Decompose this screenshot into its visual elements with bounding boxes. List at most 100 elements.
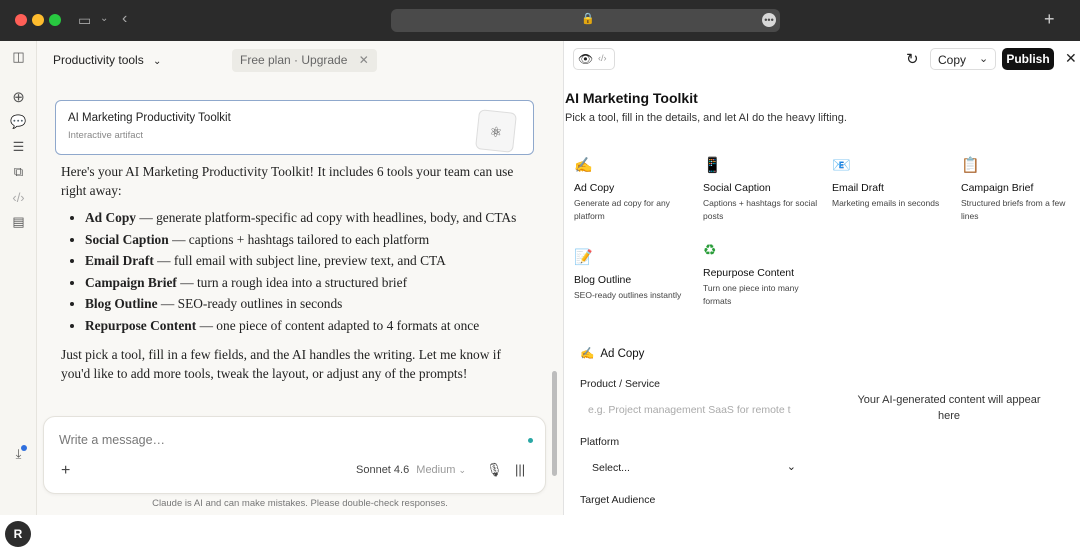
tool-name: Social Caption (703, 182, 771, 194)
page-subtitle: Pick a tool, fill in the details, and le… (565, 112, 847, 124)
projects-icon[interactable]: ☰ (0, 139, 37, 155)
chevron-down-icon: ⌄ (153, 56, 162, 67)
close-icon[interactable]: ✕ (359, 53, 369, 67)
platform-label: Platform (580, 436, 620, 448)
artifact-title: AI Marketing Productivity Toolkit (68, 112, 231, 124)
tool-desc: Turn one piece into many formats (703, 283, 799, 306)
artifacts-icon[interactable]: ⧉ (0, 164, 37, 180)
bullet-text: — full email with subject line, preview … (153, 253, 446, 268)
bullet-text: — captions + hashtags tailored to each p… (168, 231, 430, 247)
chevron-down-icon[interactable]: ⌄ (979, 52, 988, 65)
tool-card-blog-outline[interactable]: 📝 Blog Outline SEO-ready outlines instan… (574, 248, 692, 302)
pencil-icon: ✍ (580, 348, 595, 360)
list-item: Email Draft — full email with subject li… (85, 251, 521, 270)
microphone-icon[interactable]: 🎙 (486, 462, 503, 478)
model-name: Sonnet 4.6 (356, 464, 410, 476)
preview-eye-icon[interactable]: 👁 (578, 52, 593, 66)
add-attachment-icon[interactable]: + (61, 462, 70, 480)
list-item: Repurpose Content — one piece of content… (85, 316, 521, 335)
memo-icon: 📝 (574, 249, 593, 266)
artifact-card[interactable]: AI Marketing Productivity Toolkit Intera… (55, 100, 534, 155)
more-icon[interactable]: ••• (762, 13, 776, 27)
bullet-name: Ad Copy (85, 210, 136, 225)
toolbox-icon[interactable]: ▤ (0, 214, 37, 230)
tool-card-ad-copy[interactable]: ✍ Ad Copy Generate ad copy for any platf… (574, 156, 692, 223)
chevron-down-icon[interactable]: ⌄ (100, 13, 108, 24)
zoom-window-button[interactable] (49, 14, 61, 26)
platform-select[interactable]: Select... ⌄ (580, 456, 800, 482)
chevron-down-icon: ⌄ (458, 465, 467, 475)
product-input[interactable]: e.g. Project management SaaS for remote … (580, 398, 800, 424)
bullet-text: — one piece of content adapted to 4 form… (196, 317, 480, 333)
message-composer[interactable]: Write a message… + Sonnet 4.6 Medium ⌄ 🎙… (43, 416, 546, 494)
close-icon[interactable]: ✕ (1065, 50, 1077, 67)
pencil-icon: ✍ (574, 157, 593, 174)
bullet-name: Social Caption (85, 231, 169, 247)
refresh-icon[interactable]: ↻ (906, 50, 919, 68)
tool-name: Blog Outline (574, 274, 632, 286)
address-bar[interactable]: 🔒 ••• (391, 9, 780, 32)
view-toggle[interactable]: 👁 ‹/› (573, 48, 615, 70)
notification-dot (21, 445, 27, 451)
message-closing: Just pick a tool, fill in a few fields, … (61, 346, 501, 381)
recycle-icon: ♻ (703, 242, 717, 259)
output-placeholder: Your AI-generated content will appear he… (857, 394, 1041, 422)
back-icon[interactable]: ‹ (122, 10, 127, 28)
email-icon: 📧 (832, 157, 851, 174)
bullet-name: Blog Outline (85, 296, 158, 311)
plan-label: Free plan · Upgrade (240, 53, 348, 67)
project-title[interactable]: Productivity tools ⌄ (53, 53, 161, 67)
tool-desc: Generate ad copy for any platform (574, 198, 670, 221)
browser-titlebar: ▭ ⌄ ‹ 🔒 ••• + (0, 0, 1080, 41)
list-item: Social Caption — captions + hashtags tai… (85, 230, 521, 249)
tool-name: Repurpose Content (703, 267, 795, 279)
voice-mode-icon[interactable]: ||| (515, 462, 525, 477)
publish-button[interactable]: Publish (1002, 48, 1054, 70)
plan-badge[interactable]: Free plan · Upgrade ✕ (232, 49, 377, 72)
sidebar-toggle-icon[interactable]: ▭ (78, 12, 91, 29)
chat-pane: Productivity tools ⌄ Free plan · Upgrade… (37, 41, 563, 515)
close-window-button[interactable] (15, 14, 27, 26)
lock-icon: 🔒 (581, 13, 595, 25)
bullet-text: — SEO-ready outlines in seconds (157, 296, 343, 311)
tool-list: Ad Copy — generate platform-specific ad … (61, 208, 521, 335)
tool-name: Email Draft (832, 182, 884, 194)
status-dot (528, 438, 533, 443)
avatar[interactable]: R (5, 521, 31, 547)
tool-card-email-draft[interactable]: 📧 Email Draft Marketing emails in second… (832, 156, 950, 210)
platform-value: Select... (592, 462, 630, 474)
tool-name: Ad Copy (574, 182, 615, 194)
list-item: Ad Copy — generate platform-specific ad … (85, 208, 521, 227)
copy-button[interactable]: Copy ⌄ (930, 48, 996, 70)
project-title-label: Productivity tools (53, 53, 144, 67)
app-sidebar-rail: ◫ ⊕ 💬 ☰ ⧉ ‹/› ▤ ⤓ R (0, 41, 37, 547)
model-level: Medium (416, 464, 456, 476)
code-icon[interactable]: ‹/› (598, 53, 607, 63)
message-input[interactable]: Write a message… (59, 433, 165, 447)
minimize-window-button[interactable] (32, 14, 44, 26)
tool-desc: Captions + hashtags for social posts (703, 198, 818, 221)
disclaimer: Claude is AI and can make mistakes. Plea… (152, 498, 448, 509)
chevron-down-icon: ⌄ (786, 461, 796, 473)
form-heading: ✍ Ad Copy (580, 346, 644, 360)
sidebar-toggle-icon[interactable]: ◫ (0, 49, 37, 65)
code-icon[interactable]: ‹/› (0, 190, 37, 205)
chat-scrollbar[interactable] (552, 371, 557, 476)
tool-card-social-caption[interactable]: 📱 Social Caption Captions + hashtags for… (703, 156, 821, 223)
model-selector[interactable]: Sonnet 4.6 Medium ⌄ (356, 464, 466, 476)
new-chat-icon[interactable]: ⊕ (0, 88, 37, 106)
download-icon[interactable]: ⤓ (0, 446, 37, 462)
tool-card-campaign-brief[interactable]: 📋 Campaign Brief Structured briefs from … (961, 156, 1079, 223)
tool-desc: Structured briefs from a few lines (961, 198, 1066, 221)
tool-desc: Marketing emails in seconds (832, 198, 940, 208)
clipboard-icon: 📋 (961, 157, 980, 174)
copy-label: Copy (938, 53, 967, 67)
bullet-text: — generate platform-specific ad copy wit… (135, 210, 517, 225)
tool-card-repurpose-content[interactable]: ♻ Repurpose Content Turn one piece into … (703, 241, 821, 308)
atom-icon: ⚛ (475, 109, 517, 153)
tool-name: Campaign Brief (961, 182, 1034, 194)
list-item: Campaign Brief — turn a rough idea into … (85, 273, 521, 292)
new-tab-icon[interactable]: + (1044, 9, 1055, 30)
message-intro: Here's your AI Marketing Productivity To… (61, 164, 514, 198)
chats-icon[interactable]: 💬 (0, 114, 37, 130)
